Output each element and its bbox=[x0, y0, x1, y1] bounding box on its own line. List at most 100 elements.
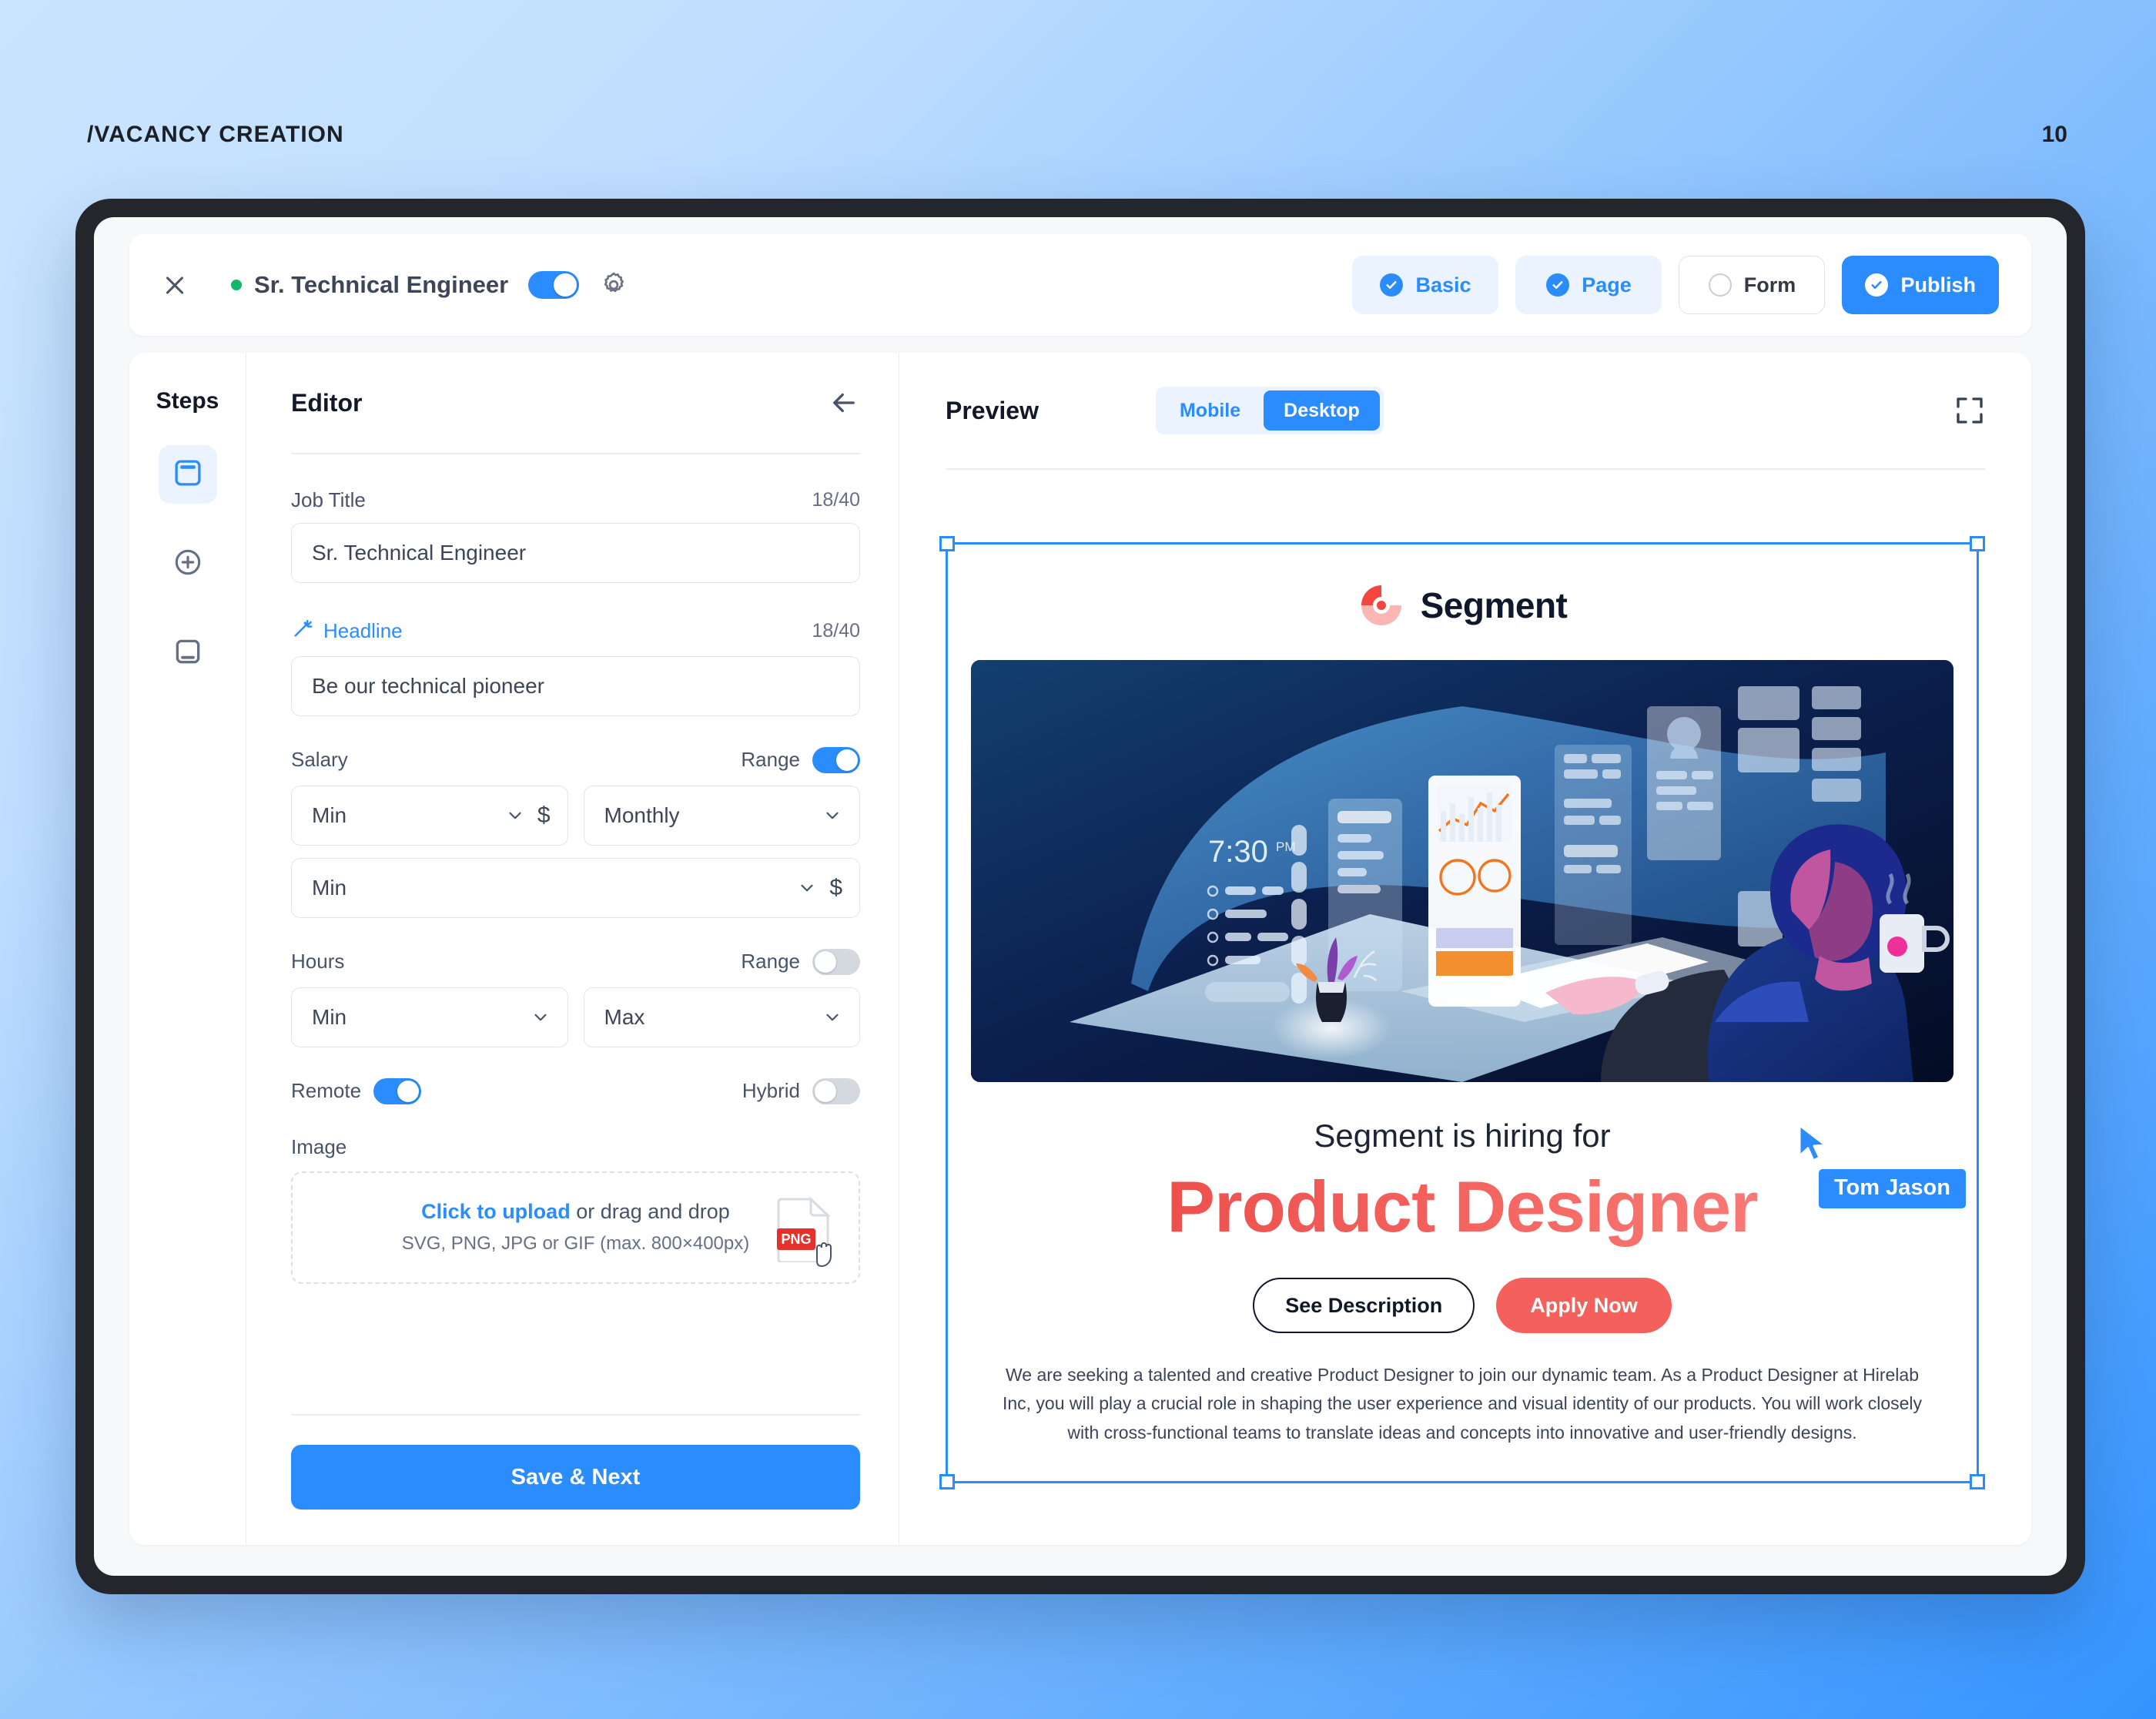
steps-title: Steps bbox=[156, 388, 219, 414]
salary-range-toggle[interactable] bbox=[812, 746, 860, 773]
toggle-knob bbox=[397, 1080, 420, 1102]
preview-panel: Preview Mobile Desktop Segment 7:30 PM S… bbox=[899, 353, 2031, 1545]
job-ad-canvas: Segment 7:30 PM Segment is hiring for Pr… bbox=[948, 545, 1977, 1481]
expand-icon[interactable] bbox=[1954, 395, 1985, 426]
image-dropzone[interactable]: Click to upload or drag and drop SVG, PN… bbox=[291, 1171, 860, 1284]
chevron-down-icon bbox=[822, 1007, 842, 1027]
circle-empty-icon bbox=[1708, 273, 1732, 297]
pointer-cursor-icon bbox=[1796, 1123, 1831, 1163]
viewport-mobile[interactable]: Mobile bbox=[1160, 390, 1260, 431]
page-header: /VACANCY CREATION 10 bbox=[0, 0, 2156, 200]
hours-range-group: Range bbox=[741, 948, 860, 975]
step-pill-publish[interactable]: Publish bbox=[1842, 256, 1999, 314]
hours-header: Hours Range bbox=[291, 948, 860, 975]
upload-rest: or drag and drop bbox=[570, 1200, 730, 1224]
gear-icon[interactable] bbox=[599, 270, 628, 300]
hours-range-toggle[interactable] bbox=[812, 948, 860, 975]
hours-label: Hours bbox=[291, 950, 345, 973]
hero-illustration: 7:30 PM bbox=[971, 660, 1953, 1082]
step-pill-form[interactable]: Form bbox=[1679, 256, 1826, 314]
resize-handle-top-left[interactable] bbox=[939, 536, 955, 551]
headline-counter: 18/40 bbox=[812, 619, 860, 642]
step-pill-basic[interactable]: Basic bbox=[1352, 256, 1499, 314]
salary-min-value: Min bbox=[312, 803, 347, 827]
preview-header: Preview Mobile Desktop bbox=[946, 387, 1985, 434]
salary-period-select[interactable]: Monthly bbox=[583, 785, 860, 846]
arrow-left-icon[interactable] bbox=[828, 387, 860, 419]
step-pill-label: Basic bbox=[1415, 273, 1471, 297]
check-icon bbox=[1865, 273, 1889, 297]
steps-rail: Steps bbox=[129, 353, 246, 1545]
preview-divider bbox=[946, 468, 1985, 470]
segment-logo-icon bbox=[1358, 581, 1405, 629]
salary-range-label: Range bbox=[741, 748, 800, 772]
step-pill-label: Page bbox=[1582, 273, 1632, 297]
job-title-counter: 18/40 bbox=[812, 488, 860, 511]
work-mode-row: Remote Hybrid bbox=[291, 1077, 860, 1104]
check-icon bbox=[1380, 273, 1404, 297]
resize-handle-bottom-right[interactable] bbox=[1970, 1474, 1985, 1489]
dropzone-formats: SVG, PNG, JPG or GIF (max. 800×400px) bbox=[401, 1233, 750, 1255]
header-panel-icon bbox=[172, 457, 204, 493]
editor-panel: Editor Job Title 18/40 Sr. Technical Eng… bbox=[246, 353, 899, 1545]
viewport-desktop[interactable]: Desktop bbox=[1264, 390, 1380, 431]
currency-symbol: $ bbox=[537, 802, 551, 828]
step-item-header[interactable] bbox=[158, 445, 217, 504]
toggle-knob bbox=[554, 273, 578, 297]
salary-min-select[interactable]: Min $ bbox=[291, 785, 568, 846]
upload-link[interactable]: Click to upload bbox=[421, 1200, 571, 1223]
step-item-add[interactable] bbox=[159, 534, 217, 593]
magic-wand-icon bbox=[291, 617, 314, 645]
headline-label-group: Headline bbox=[291, 617, 403, 645]
ad-cta-group: See Description Apply Now bbox=[948, 1278, 1977, 1333]
chevron-down-icon bbox=[797, 878, 817, 898]
resize-handle-bottom-left[interactable] bbox=[939, 1474, 955, 1489]
salary-label: Salary bbox=[291, 748, 348, 772]
remote-group: Remote bbox=[291, 1077, 422, 1104]
step-pill-page[interactable]: Page bbox=[1515, 256, 1662, 314]
device-frame: Sr. Technical Engineer Basic Page Form P… bbox=[75, 199, 2085, 1594]
image-header: Image bbox=[291, 1135, 860, 1159]
chevron-down-icon bbox=[531, 1007, 551, 1027]
field-job-title: Job Title 18/40 Sr. Technical Engineer bbox=[291, 488, 860, 583]
hours-max-value: Max bbox=[604, 1004, 645, 1029]
close-icon[interactable] bbox=[162, 272, 188, 298]
salary-row-1: Min $ Monthly bbox=[291, 785, 860, 846]
headline-input[interactable]: Be our technical pioneer bbox=[291, 655, 860, 716]
save-next-button[interactable]: Save & Next bbox=[291, 1445, 860, 1510]
chevron-down-icon bbox=[822, 806, 842, 826]
apply-now-button[interactable]: Apply Now bbox=[1496, 1278, 1672, 1333]
salary-period-value: Monthly bbox=[604, 803, 680, 827]
vacancy-title: Sr. Technical Engineer bbox=[254, 271, 509, 298]
step-pill-label: Publish bbox=[1900, 273, 1976, 297]
hours-max-select[interactable]: Max bbox=[583, 987, 860, 1047]
preview-title: Preview bbox=[946, 396, 1039, 424]
job-title-input[interactable]: Sr. Technical Engineer bbox=[291, 522, 860, 583]
salary-max-select[interactable]: Min $ bbox=[291, 857, 860, 918]
footer-panel-icon bbox=[172, 635, 204, 672]
preview-selection-frame[interactable]: Segment 7:30 PM Segment is hiring for Pr… bbox=[939, 536, 1985, 1489]
hours-row: Min Max bbox=[291, 987, 860, 1047]
footer-divider bbox=[291, 1414, 860, 1416]
page-slug: /VACANCY CREATION bbox=[87, 122, 344, 147]
hours-min-select[interactable]: Min bbox=[291, 987, 568, 1047]
remote-toggle[interactable] bbox=[373, 1077, 422, 1104]
viewport-switcher: Mobile Desktop bbox=[1155, 387, 1384, 434]
salary-row-2: Min $ bbox=[291, 857, 860, 918]
resize-handle-top-right[interactable] bbox=[1970, 536, 1985, 551]
hybrid-group: Hybrid bbox=[742, 1077, 860, 1104]
remote-label: Remote bbox=[291, 1079, 362, 1103]
editor-header: Editor bbox=[291, 387, 860, 419]
brand-name: Segment bbox=[1420, 585, 1568, 625]
vacancy-active-toggle[interactable] bbox=[528, 271, 580, 299]
step-item-footer[interactable] bbox=[159, 624, 217, 682]
brand-lockup: Segment bbox=[948, 581, 1977, 629]
headline-label: Headline bbox=[323, 618, 403, 642]
hybrid-toggle[interactable] bbox=[812, 1077, 860, 1104]
toggle-knob bbox=[815, 1080, 836, 1102]
toggle-knob bbox=[836, 749, 858, 771]
collaborator-name-label: Tom Jason bbox=[1819, 1169, 1966, 1208]
toolbar-step-pills: Basic Page Form Publish bbox=[1352, 256, 1999, 314]
see-description-button[interactable]: See Description bbox=[1253, 1278, 1475, 1333]
chevron-down-icon bbox=[505, 806, 525, 826]
